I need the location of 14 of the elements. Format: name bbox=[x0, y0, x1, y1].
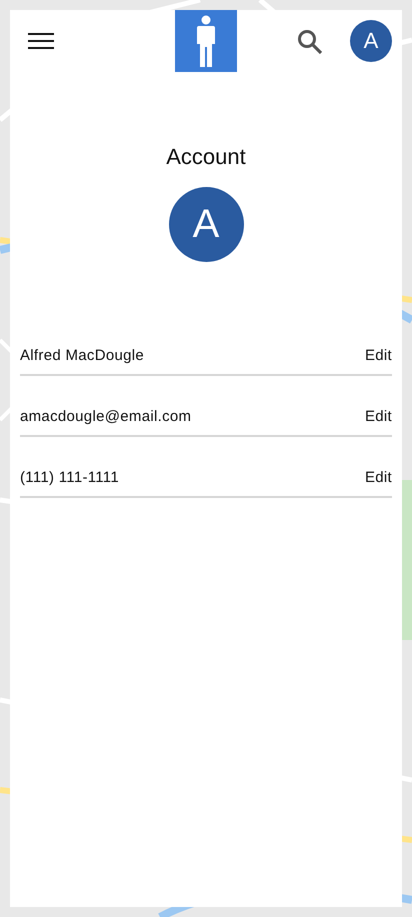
field-value: Alfred MacDougle bbox=[20, 346, 144, 366]
edit-link[interactable]: Edit bbox=[364, 407, 392, 427]
edit-link[interactable]: Edit bbox=[364, 468, 392, 488]
page-title: Account bbox=[165, 144, 247, 170]
edit-link[interactable]: Edit bbox=[364, 346, 392, 366]
menu-icon bbox=[28, 32, 54, 50]
profile-avatar: A bbox=[168, 187, 244, 262]
avatar-button[interactable]: A bbox=[350, 20, 392, 62]
search-icon bbox=[296, 28, 324, 56]
search-button[interactable] bbox=[296, 28, 324, 56]
person-icon bbox=[196, 15, 216, 67]
field-value: (111) 111-1111 bbox=[20, 468, 119, 488]
field-value: amacdougle@email.com bbox=[20, 407, 192, 427]
menu-button[interactable] bbox=[28, 32, 54, 50]
